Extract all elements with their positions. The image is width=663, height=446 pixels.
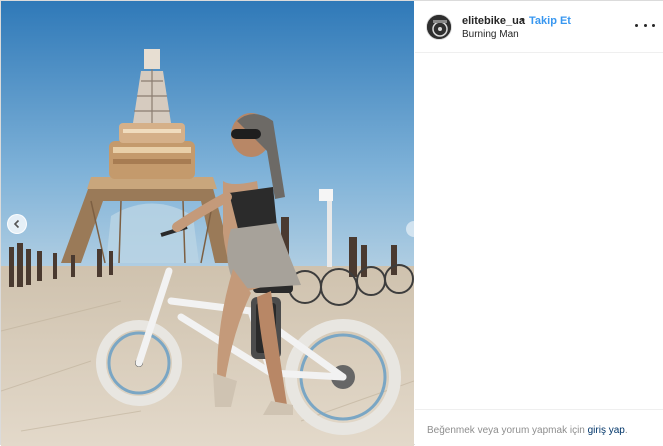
login-prompt-end: . (624, 425, 628, 436)
burning-man-bike-photo (1, 1, 414, 446)
post-sidebar: elitebike_ua • Takip Et Burning Man Beğe… (415, 1, 663, 446)
username-link[interactable]: elitebike_ua (462, 15, 525, 27)
previous-photo-button[interactable] (7, 214, 27, 234)
separator-dot: • (521, 14, 525, 26)
post-footer: Beğenmek veya yorum yapmak için giriş ya… (415, 409, 663, 446)
more-dot (643, 23, 647, 27)
login-prompt-text: Beğenmek veya yorum yapmak için (427, 425, 588, 436)
more-dot (652, 23, 655, 27)
avatar[interactable] (426, 14, 452, 40)
chevron-left-icon (13, 219, 20, 229)
location-link[interactable]: Burning Man (462, 29, 519, 40)
post-header: elitebike_ua • Takip Et Burning Man (415, 1, 663, 53)
avatar-image (427, 15, 451, 39)
more-icon[interactable] (635, 18, 655, 32)
follow-button[interactable]: Takip Et (529, 15, 571, 27)
more-dot (635, 23, 638, 27)
post-photo[interactable] (1, 1, 414, 446)
login-link[interactable]: giriş yap (588, 425, 625, 436)
login-prompt: Beğenmek veya yorum yapmak için giriş ya… (427, 425, 628, 436)
instagram-post: elitebike_ua • Takip Et Burning Man Beğe… (0, 0, 663, 446)
